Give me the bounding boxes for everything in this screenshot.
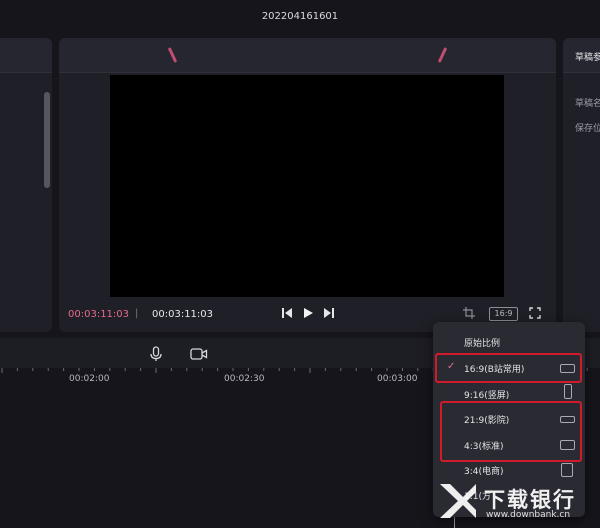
crop-button[interactable] (462, 306, 476, 320)
ruler-label: 00:03:00 (377, 374, 418, 384)
record-video-button[interactable] (190, 346, 208, 365)
play-button[interactable] (301, 306, 315, 320)
time-separator: | (135, 308, 139, 319)
highlight-box (435, 353, 582, 383)
total-time: 00:03:11:03 (152, 309, 214, 320)
media-panel-header (0, 38, 52, 73)
ratio-option-label: 3:4(电商) (464, 467, 504, 477)
prev-frame-icon (282, 308, 292, 318)
next-frame-icon (324, 308, 334, 318)
record-audio-button[interactable] (149, 346, 163, 366)
media-panel (0, 38, 52, 332)
fullscreen-icon (529, 307, 541, 319)
media-panel-scrollbar[interactable] (44, 92, 50, 188)
ratio-shape-icon (561, 463, 573, 477)
current-time: 00:03:11:03 (68, 309, 130, 320)
crop-icon (463, 307, 475, 319)
draft-panel-title: 草稿参 (575, 53, 600, 63)
player-panel: 00:03:11:03 | 00:03:11:03 16:9 (59, 38, 556, 332)
record-camera-icon (190, 348, 208, 360)
save-location-label: 保存位 (575, 124, 600, 134)
microphone-icon (150, 346, 162, 361)
watermark: 下载银行 www.downbank.cn (436, 480, 600, 528)
trim-marker-right (437, 47, 448, 63)
aspect-ratio-button[interactable]: 16:9 (489, 307, 518, 321)
fullscreen-button[interactable] (528, 306, 542, 320)
draft-panel-header: 草稿参 (563, 38, 600, 73)
watermark-url: www.downbank.cn (486, 510, 571, 520)
highlight-box (440, 401, 582, 462)
video-preview (110, 75, 504, 297)
ratio-option-original[interactable]: 原始比例 (433, 330, 585, 354)
ratio-option-label: 原始比例 (464, 339, 501, 349)
watermark-logo (440, 484, 476, 518)
prev-frame-button[interactable] (280, 306, 294, 320)
project-title: 202204161601 (261, 11, 339, 22)
next-frame-button[interactable] (322, 306, 336, 320)
draft-settings-panel: 草稿参 草稿名 保存位 (563, 38, 600, 332)
trim-marker-left (167, 47, 178, 63)
ruler-label: 00:02:00 (69, 374, 110, 384)
ratio-shape-icon (564, 384, 572, 399)
play-icon (304, 308, 313, 318)
player-header (59, 38, 556, 73)
ruler-label: 00:02:30 (224, 374, 265, 384)
draft-name-label: 草稿名 (575, 99, 600, 109)
ratio-option-label: 9:16(竖屏) (464, 391, 510, 401)
